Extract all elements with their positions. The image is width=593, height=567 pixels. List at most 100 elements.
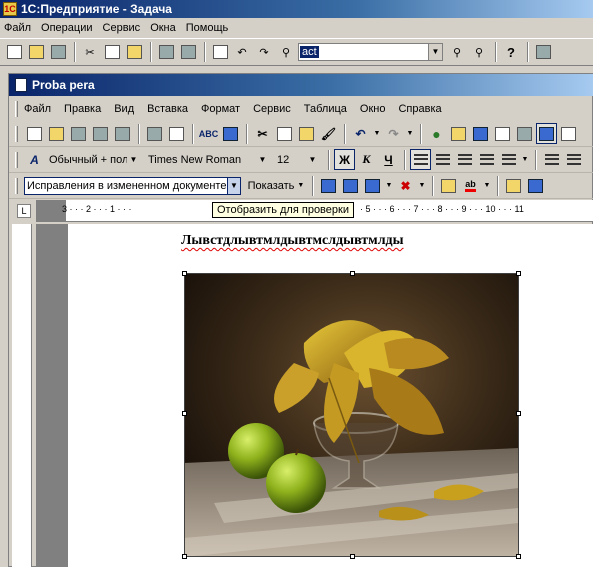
chevron-down-icon[interactable]: ▼ bbox=[256, 151, 269, 168]
app-menu-help[interactable]: Помощь bbox=[186, 22, 229, 34]
align-right-button[interactable] bbox=[454, 149, 475, 170]
align-center-button[interactable] bbox=[432, 149, 453, 170]
accept-change-button[interactable] bbox=[362, 175, 383, 196]
size-combo[interactable]: 12 ▼ bbox=[274, 150, 320, 169]
copy-button[interactable] bbox=[102, 42, 122, 62]
document-map-button[interactable] bbox=[558, 123, 579, 144]
menu-edit[interactable]: Правка bbox=[64, 103, 101, 115]
undo-dropdown[interactable]: ▼ bbox=[372, 123, 382, 144]
style-combo[interactable]: Обычный + пол ▼ bbox=[46, 150, 141, 169]
resize-handle-bl[interactable] bbox=[182, 554, 187, 559]
drawing-button[interactable] bbox=[536, 123, 557, 144]
open-doc-button[interactable] bbox=[46, 123, 67, 144]
save-button[interactable] bbox=[48, 42, 68, 62]
search-combo[interactable]: act ▼ bbox=[298, 43, 443, 61]
undo-doc-button[interactable]: ↶ bbox=[350, 123, 371, 144]
line-spacing-dropdown[interactable]: ▼ bbox=[520, 149, 530, 170]
cut-doc-button[interactable]: ✂ bbox=[252, 123, 273, 144]
redo-doc-button[interactable]: ↷ bbox=[383, 123, 404, 144]
styles-pane-button[interactable]: A bbox=[24, 149, 45, 170]
previous-change-button[interactable] bbox=[318, 175, 339, 196]
app-menu-windows[interactable]: Окна bbox=[150, 22, 176, 34]
mail-button[interactable] bbox=[112, 123, 133, 144]
vertical-ruler[interactable] bbox=[12, 224, 32, 567]
print-doc-button[interactable] bbox=[144, 123, 165, 144]
columns-button[interactable] bbox=[514, 123, 535, 144]
menu-window[interactable]: Окно bbox=[360, 103, 386, 115]
resize-handle-r[interactable] bbox=[516, 411, 521, 416]
reject-change-button[interactable]: ✖ bbox=[395, 175, 416, 196]
menu-help[interactable]: Справка bbox=[398, 103, 441, 115]
hyperlink-button[interactable]: ● bbox=[426, 123, 447, 144]
highlight-button[interactable]: ab bbox=[460, 175, 481, 196]
resize-handle-tr[interactable] bbox=[516, 271, 521, 276]
spelling-button[interactable]: ABC bbox=[198, 123, 219, 144]
reject-dropdown[interactable]: ▼ bbox=[417, 175, 427, 196]
redo-dropdown[interactable]: ▼ bbox=[405, 123, 415, 144]
find-next-button[interactable]: ⚲ bbox=[447, 42, 467, 62]
chevron-down-icon[interactable]: ▼ bbox=[127, 151, 140, 168]
preview-doc-button[interactable] bbox=[166, 123, 187, 144]
find-button[interactable]: ⚲ bbox=[276, 42, 296, 62]
resize-handle-b[interactable] bbox=[350, 554, 355, 559]
new-button[interactable] bbox=[4, 42, 24, 62]
research-button[interactable] bbox=[220, 123, 241, 144]
justify-button[interactable] bbox=[476, 149, 497, 170]
reviewing-pane-button[interactable] bbox=[525, 175, 546, 196]
resize-handle-tl[interactable] bbox=[182, 271, 187, 276]
align-left-button[interactable] bbox=[410, 149, 431, 170]
preview-button[interactable] bbox=[178, 42, 198, 62]
insert-excel-button[interactable] bbox=[492, 123, 513, 144]
app-menu-file[interactable]: Файл bbox=[4, 22, 31, 34]
resize-handle-l[interactable] bbox=[182, 411, 187, 416]
permission-button[interactable] bbox=[90, 123, 111, 144]
bullets-button[interactable] bbox=[563, 149, 584, 170]
paste-button[interactable] bbox=[124, 42, 144, 62]
track-changes-button[interactable] bbox=[503, 175, 524, 196]
menu-table[interactable]: Таблица bbox=[304, 103, 347, 115]
calculator-button[interactable] bbox=[533, 42, 553, 62]
resize-handle-t[interactable] bbox=[350, 271, 355, 276]
menu-view[interactable]: Вид bbox=[114, 103, 134, 115]
new-comment-button[interactable] bbox=[438, 175, 459, 196]
highlight-dropdown[interactable]: ▼ bbox=[482, 175, 492, 196]
chevron-down-icon[interactable]: ▼ bbox=[227, 177, 240, 194]
undo-button[interactable]: ↶ bbox=[232, 42, 252, 62]
bold-button[interactable]: Ж bbox=[334, 149, 355, 170]
app-menu-service[interactable]: Сервис bbox=[103, 22, 141, 34]
help-button[interactable]: ? bbox=[501, 42, 521, 62]
app-menu-operations[interactable]: Операции bbox=[41, 22, 92, 34]
paste-doc-button[interactable] bbox=[296, 123, 317, 144]
find-prev-button[interactable]: ⚲ bbox=[469, 42, 489, 62]
menu-tools[interactable]: Сервис bbox=[253, 103, 291, 115]
menu-file[interactable]: Файл bbox=[24, 103, 51, 115]
redo-button[interactable]: ↷ bbox=[254, 42, 274, 62]
print-button[interactable] bbox=[156, 42, 176, 62]
document-heading[interactable]: Лывстдлывтмлдывтмслдывтмлды bbox=[181, 233, 404, 249]
copy-doc-button[interactable] bbox=[274, 123, 295, 144]
show-menu-button[interactable]: Показать ▼ bbox=[245, 175, 307, 196]
new-doc-button[interactable] bbox=[24, 123, 45, 144]
display-for-review-combo[interactable]: Исправления в измененном документе ▼ bbox=[24, 176, 241, 195]
underline-button[interactable]: Ч bbox=[378, 149, 399, 170]
module-button[interactable] bbox=[210, 42, 230, 62]
line-spacing-button[interactable] bbox=[498, 149, 519, 170]
open-button[interactable] bbox=[26, 42, 46, 62]
tables-borders-button[interactable] bbox=[448, 123, 469, 144]
numbering-button[interactable] bbox=[541, 149, 562, 170]
resize-handle-br[interactable] bbox=[516, 554, 521, 559]
insert-table-button[interactable] bbox=[470, 123, 491, 144]
cut-button[interactable]: ✂ bbox=[80, 42, 100, 62]
accept-dropdown[interactable]: ▼ bbox=[384, 175, 394, 196]
next-change-button[interactable] bbox=[340, 175, 361, 196]
image-selection-frame[interactable] bbox=[182, 271, 521, 559]
menu-format[interactable]: Формат bbox=[201, 103, 240, 115]
chevron-down-icon[interactable]: ▼ bbox=[428, 44, 442, 60]
menu-insert[interactable]: Вставка bbox=[147, 103, 188, 115]
save-doc-button[interactable] bbox=[68, 123, 89, 144]
tab-selector[interactable]: L bbox=[17, 204, 31, 218]
chevron-down-icon[interactable]: ▼ bbox=[306, 151, 319, 168]
italic-button[interactable]: К bbox=[356, 149, 377, 170]
font-combo[interactable]: Times New Roman ▼ bbox=[145, 150, 270, 169]
format-painter-button[interactable]: 🖌 bbox=[318, 123, 339, 144]
